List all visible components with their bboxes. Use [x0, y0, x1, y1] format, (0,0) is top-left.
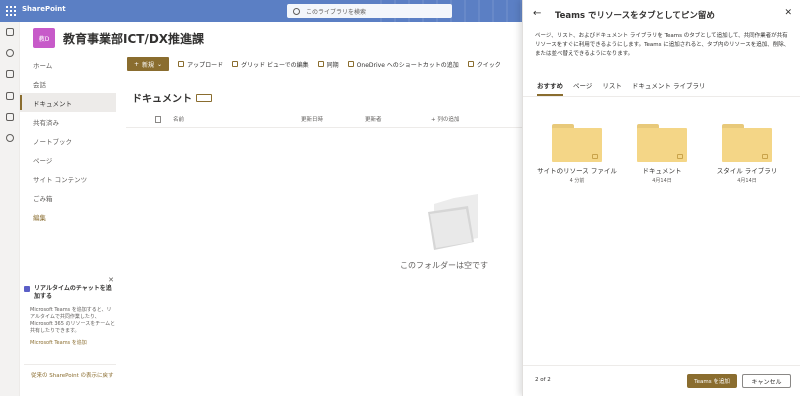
nav-item-conversations[interactable]: 会話 — [20, 74, 116, 93]
file-icon[interactable] — [6, 92, 14, 100]
left-navigation: ホーム 会話 ドキュメント 共有済み ノートブック ページ サイト コンテンツ … — [20, 55, 116, 226]
library-title-text: ドキュメント — [132, 94, 192, 105]
tab-recommended[interactable]: おすすめ — [537, 80, 563, 96]
nav-item-site-contents[interactable]: サイト コンテンツ — [20, 169, 116, 188]
classic-view-link[interactable]: 従来の SharePoint の表示に戻す — [31, 372, 116, 380]
search-placeholder: このライブラリを検索 — [306, 8, 367, 16]
cancel-button[interactable]: キャンセル — [742, 374, 791, 388]
column-modified[interactable]: 更新日時 — [301, 115, 365, 123]
chat-card-description: Microsoft Teams を追加すると、リアルタイムで共同作業したり、Mi… — [30, 307, 116, 334]
nav-item-edit[interactable]: 編集 — [20, 207, 116, 226]
onedrive-shortcut-label: OneDrive へのショートカットの追加 — [356, 61, 459, 69]
panel-title: Teams でリソースをタブとしてピン留め — [555, 11, 715, 21]
column-headers: 名前 更新日時 更新者 + 列の追加 — [150, 114, 520, 124]
folder-modified: 4 分前 — [569, 178, 585, 184]
file-type-icon[interactable] — [155, 115, 161, 123]
grid-edit-button[interactable]: グリッド ビューでの編集 — [232, 60, 309, 69]
grid-edit-label: グリッド ビューでの編集 — [241, 61, 309, 69]
nav-item-recycle-bin[interactable]: ごみ箱 — [20, 188, 116, 207]
upload-label: アップロード — [187, 61, 224, 69]
pin-to-teams-panel: ← Teams でリソースをタブとしてピン留め ✕ ページ、リスト、およびドキュ… — [522, 0, 800, 396]
lists-icon[interactable] — [6, 113, 14, 121]
teams-icon — [24, 286, 30, 292]
chat-card-title-text: リアルタイムのチャットを追加する — [34, 285, 112, 300]
upload-icon — [178, 61, 185, 67]
sync-icon — [317, 61, 324, 67]
chevron-down-icon: ⌄ — [157, 60, 163, 68]
back-arrow-icon[interactable]: ← — [533, 8, 541, 19]
folder-modified: 4月14日 — [652, 178, 672, 184]
add-circle-icon[interactable] — [6, 134, 14, 142]
nav-item-documents[interactable]: ドキュメント — [20, 93, 116, 112]
home-icon[interactable] — [6, 28, 14, 36]
folder-style-library[interactable]: スタイル ライブラリ 4月14日 — [707, 124, 787, 184]
divider — [24, 364, 116, 365]
command-bar: + 新規 ⌄ アップロード グリッド ビューでの編集 同期 OneDrive へ… — [122, 55, 522, 73]
column-modified-by[interactable]: 更新者 — [365, 115, 431, 123]
nav-item-shared[interactable]: 共有済み — [20, 112, 116, 131]
tab-pages[interactable]: ページ — [573, 80, 592, 96]
resource-tabs: おすすめ ページ リスト ドキュメント ライブラリ — [537, 80, 705, 96]
chat-card-title: リアルタイムのチャットを追加する — [24, 285, 116, 301]
search-icon — [293, 7, 300, 15]
shortcut-icon — [347, 61, 354, 67]
new-button[interactable]: + 新規 ⌄ — [127, 57, 170, 71]
folder-name: サイトのリソース ファイル — [537, 167, 617, 175]
folder-site-assets[interactable]: サイトのリソース ファイル 4 分前 — [537, 124, 617, 184]
view-switcher-icon[interactable] — [196, 93, 212, 102]
folder-icon — [552, 124, 602, 162]
teams-chat-card: ✕ リアルタイムのチャットを追加する Microsoft Teams を追加する… — [24, 276, 116, 346]
folder-modified: 4月14日 — [737, 178, 757, 184]
app-bar — [0, 22, 20, 396]
close-icon[interactable]: ✕ — [784, 8, 792, 18]
site-logo[interactable]: 教D — [33, 28, 55, 48]
close-icon[interactable]: ✕ — [108, 276, 114, 284]
folder-icon — [722, 124, 772, 162]
tab-divider — [523, 96, 800, 97]
nav-item-pages[interactable]: ページ — [20, 150, 116, 169]
folder-documents[interactable]: ドキュメント 4月14日 — [622, 124, 702, 184]
folder-icon — [637, 124, 687, 162]
column-add[interactable]: + 列の追加 — [431, 115, 459, 123]
column-name[interactable]: 名前 — [173, 115, 301, 123]
empty-folder-message: このフォルダーは空です — [400, 261, 488, 270]
nav-item-notebook[interactable]: ノートブック — [20, 131, 116, 150]
quick-icon — [467, 61, 474, 67]
page-indicator: 2 of 2 — [535, 377, 551, 383]
quick-button[interactable]: クイック — [467, 60, 501, 69]
empty-folder-icon — [428, 194, 478, 250]
news-icon[interactable] — [6, 70, 14, 78]
search-box[interactable]: このライブラリを検索 — [287, 4, 452, 18]
new-button-label: 新規 — [142, 61, 155, 69]
panel-description: ページ、リスト、およびドキュメント ライブラリを Teams のタブとして追加し… — [535, 33, 790, 57]
tab-lists[interactable]: リスト — [602, 80, 622, 96]
plus-icon: + — [134, 60, 140, 68]
grid-icon — [232, 61, 239, 67]
add-to-teams-button[interactable]: Teams を追加 — [687, 374, 737, 388]
folder-name: ドキュメント — [642, 167, 682, 175]
footer-divider — [523, 365, 800, 366]
header-divider — [126, 127, 522, 128]
library-title: ドキュメント — [132, 90, 212, 105]
app-launcher-icon[interactable] — [6, 6, 16, 16]
globe-icon[interactable] — [6, 49, 14, 57]
app-name[interactable]: SharePoint — [22, 5, 66, 13]
sync-button[interactable]: 同期 — [317, 60, 339, 69]
upload-button[interactable]: アップロード — [178, 60, 223, 69]
onedrive-shortcut-button[interactable]: OneDrive へのショートカットの追加 — [347, 60, 459, 69]
quick-label: クイック — [476, 61, 501, 69]
add-teams-link[interactable]: Microsoft Teams を追加 — [24, 339, 116, 346]
nav-item-home[interactable]: ホーム — [20, 55, 116, 74]
folder-name: スタイル ライブラリ — [716, 167, 778, 175]
tab-document-libraries[interactable]: ドキュメント ライブラリ — [632, 80, 706, 96]
sync-label: 同期 — [326, 61, 339, 69]
site-title[interactable]: 教育事業部ICT/DX推進課 — [63, 30, 204, 47]
